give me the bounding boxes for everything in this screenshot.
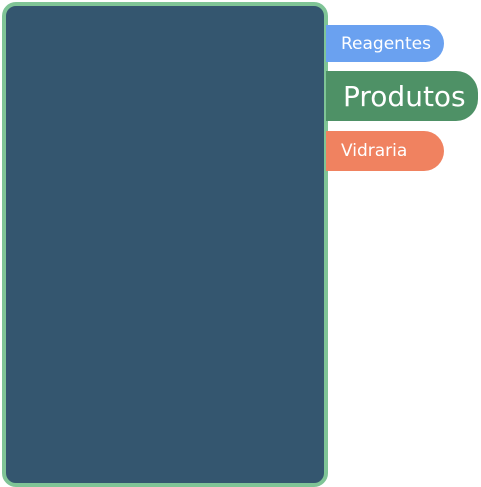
tab-produtos[interactable]: Produtos (326, 71, 478, 121)
stage: Reagentes Produtos Vidraria (0, 0, 481, 487)
content-panel (2, 2, 328, 487)
tab-vidraria[interactable]: Vidraria (326, 131, 444, 171)
tab-reagentes[interactable]: Reagentes (326, 25, 444, 62)
tab-produtos-label: Produtos (343, 79, 466, 113)
tab-reagentes-label: Reagentes (341, 33, 431, 54)
tab-vidraria-label: Vidraria (341, 141, 408, 161)
